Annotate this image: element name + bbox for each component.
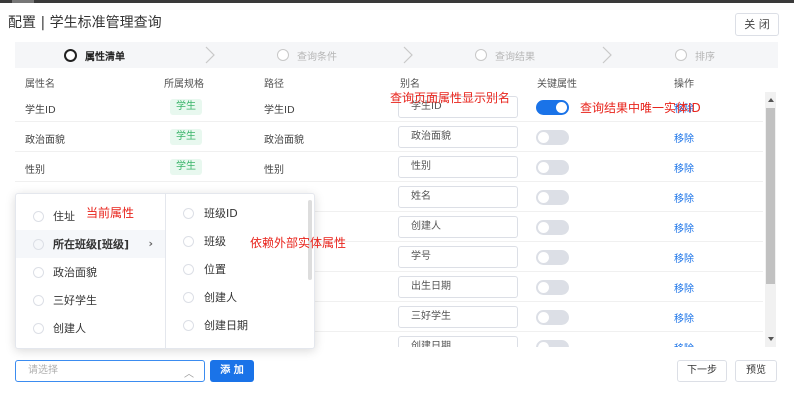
key-attribute-toggle[interactable]	[536, 130, 569, 145]
key-attribute-toggle[interactable]	[536, 100, 569, 115]
radio-icon	[183, 319, 194, 331]
key-attribute-toggle[interactable]	[536, 220, 569, 235]
step-circle-icon	[475, 49, 487, 61]
spec-tag: 学生	[170, 159, 202, 175]
add-button[interactable]: 添 加	[210, 360, 254, 382]
annotation-external-attr: 依赖外部实体属性	[250, 236, 347, 250]
step-query-results[interactable]: 查询结果	[475, 42, 535, 68]
remove-link[interactable]: 移除	[674, 220, 694, 235]
scroll-thumb[interactable]	[766, 108, 775, 284]
step-label: 属性清单	[85, 51, 125, 63]
remove-link[interactable]: 移除	[674, 250, 694, 265]
cascader-dropdown: 住址 所在班级[班级] › 政治面貌 三好学生 创建人 班级ID 班级 位置 创建…	[15, 193, 315, 349]
col-header-alias: 别名	[400, 79, 420, 90]
alias-input[interactable]: 性别	[398, 156, 518, 178]
radio-icon	[183, 291, 194, 303]
alias-input[interactable]: 姓名	[398, 186, 518, 208]
table-row: 政治面貌 学生 政治面貌 政治面貌 移除	[15, 122, 763, 152]
annotation-current-attr: 当前属性	[86, 206, 135, 220]
chevron-right-icon	[602, 46, 612, 64]
row-path: 性别	[264, 165, 284, 176]
chevron-right-icon	[205, 46, 215, 64]
alias-input[interactable]: 创建日期	[398, 336, 518, 347]
scroll-up-icon[interactable]	[768, 98, 774, 102]
row-path: 学生ID	[264, 105, 295, 116]
table-scrollbar[interactable]	[765, 92, 776, 347]
row-path: 政治面貌	[264, 135, 304, 146]
spec-tag: 学生	[170, 129, 202, 145]
cascader-option[interactable]: 班级ID	[166, 199, 314, 227]
remove-link[interactable]: 移除	[674, 190, 694, 205]
radio-icon	[183, 263, 194, 275]
radio-icon	[33, 266, 44, 278]
col-header-action: 操作	[674, 79, 694, 90]
col-header-path: 路径	[264, 79, 284, 90]
key-attribute-toggle[interactable]	[536, 340, 569, 347]
cascader-option[interactable]: 位置	[166, 255, 314, 283]
step-label: 查询结果	[495, 51, 535, 63]
cascader-option[interactable]: 创建人	[16, 314, 165, 342]
cascader-option[interactable]: 政治面貌	[16, 258, 165, 286]
cascader-option-selected[interactable]: 所在班级[班级] ›	[16, 230, 165, 258]
chevron-up-icon: ︿	[184, 369, 194, 380]
close-button[interactable]: 关 闭	[735, 13, 779, 36]
alias-input[interactable]: 创建人	[398, 216, 518, 238]
radio-icon	[183, 235, 194, 247]
alias-input[interactable]: 出生日期	[398, 276, 518, 298]
key-attribute-toggle[interactable]	[536, 310, 569, 325]
step-query-conditions[interactable]: 查询条件	[277, 42, 337, 68]
remove-link[interactable]: 移除	[674, 310, 694, 325]
key-attribute-toggle[interactable]	[536, 280, 569, 295]
annotation-key-note: 查询结果中唯一实体ID	[580, 101, 701, 115]
remove-link[interactable]: 移除	[674, 340, 694, 347]
step-circle-icon	[64, 48, 77, 62]
radio-icon	[33, 238, 44, 250]
step-label: 查询条件	[297, 51, 337, 63]
cascader-option[interactable]: 创建人	[166, 283, 314, 311]
cascader-option[interactable]: 三好学生	[16, 286, 165, 314]
scroll-down-icon[interactable]	[768, 337, 774, 341]
row-name: 学生ID	[25, 105, 56, 116]
cascader-option[interactable]: 创建日期	[166, 311, 314, 339]
preview-button[interactable]: 预览	[735, 360, 777, 382]
step-label: 排序	[695, 51, 715, 63]
key-attribute-toggle[interactable]	[536, 250, 569, 265]
remove-link[interactable]: 移除	[674, 280, 694, 295]
cascader-level2: 班级ID 班级 位置 创建人 创建日期	[166, 194, 314, 348]
radio-icon	[33, 294, 44, 306]
row-name: 性别	[25, 165, 45, 176]
row-name: 政治面貌	[25, 135, 65, 146]
col-header-name: 属性名	[25, 79, 55, 90]
radio-icon	[33, 210, 44, 222]
remove-link[interactable]: 移除	[674, 130, 694, 145]
radio-icon	[183, 207, 194, 219]
spec-tag: 学生	[170, 99, 202, 115]
step-circle-icon	[277, 49, 289, 61]
dialog-title: 配置 | 学生标准管理查询	[8, 15, 162, 31]
select-placeholder: 请选择	[28, 365, 58, 376]
remove-link[interactable]: 移除	[674, 160, 694, 175]
col-header-spec: 所属规格	[164, 79, 204, 90]
alias-input[interactable]: 学号	[398, 246, 518, 268]
key-attribute-toggle[interactable]	[536, 160, 569, 175]
attribute-select[interactable]: 请选择 ︿	[15, 360, 205, 382]
alias-input[interactable]: 三好学生	[398, 306, 518, 328]
table-row: 性别 学生 性别 性别 移除	[15, 152, 763, 182]
alias-input[interactable]: 政治面貌	[398, 126, 518, 148]
annotation-alias-note: 查询页面属性显示别名	[390, 91, 511, 105]
next-step-button[interactable]: 下一步	[677, 360, 727, 382]
step-bar: 属性清单 查询条件 查询结果 排序	[15, 42, 778, 68]
col-header-key: 关键属性	[537, 79, 577, 90]
key-attribute-toggle[interactable]	[536, 190, 569, 205]
step-attribute-list[interactable]: 属性清单	[64, 42, 125, 68]
radio-icon	[33, 322, 44, 334]
dialog-header: 配置 | 学生标准管理查询 关 闭	[0, 3, 794, 38]
table-header: 属性名 所属规格 路径 别名 关键属性 操作	[15, 71, 763, 91]
step-sort[interactable]: 排序	[675, 42, 715, 68]
chevron-right-icon: ›	[148, 237, 153, 250]
step-circle-icon	[675, 49, 687, 61]
chevron-right-icon	[403, 46, 413, 64]
